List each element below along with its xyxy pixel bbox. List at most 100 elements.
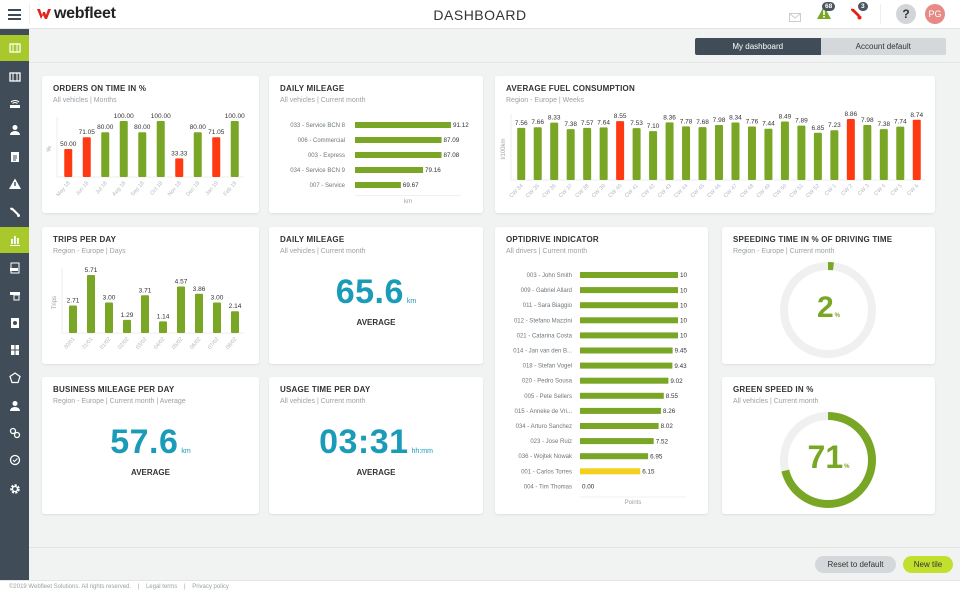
sidebar-item-integrations[interactable] xyxy=(0,420,29,446)
data-label: 3.00 xyxy=(211,295,224,302)
driver-icon xyxy=(9,125,20,135)
user-admin-icon xyxy=(9,401,20,411)
sidebar-item-orders-clipboard[interactable] xyxy=(0,144,29,170)
category-label: 034 - Service BCN 9 xyxy=(290,168,345,174)
data-label: 7.23 xyxy=(828,122,841,129)
tab-my-dashboard[interactable]: My dashboard xyxy=(695,38,821,55)
data-label: 5.71 xyxy=(85,267,98,274)
sidebar-item-polygon-area[interactable] xyxy=(0,365,29,391)
sidebar-item-pdf-report[interactable] xyxy=(0,255,29,281)
kpi-label: AVERAGE xyxy=(356,468,396,477)
bar xyxy=(156,121,165,177)
data-label: 80.00 xyxy=(97,124,114,131)
data-label: 80.00 xyxy=(190,124,207,131)
sidebar-item-devices[interactable] xyxy=(0,282,29,308)
x-tick-label: 02/02 xyxy=(117,336,130,350)
kpi-unit: hh:mm xyxy=(411,448,433,455)
data-label: 8.86 xyxy=(845,111,858,118)
tile-title: DAILY MILEAGE xyxy=(280,235,345,244)
category-label: 014 - Jan van den B... xyxy=(513,349,572,355)
x-tick-label: CW 44 xyxy=(673,183,689,199)
sidebar-item-optidrive[interactable] xyxy=(0,447,29,473)
sidebar-item-map[interactable] xyxy=(0,35,29,61)
polygon-area-icon xyxy=(8,372,21,384)
bar xyxy=(580,438,654,445)
x-tick-label: CW 51 xyxy=(789,183,805,199)
tile-usage-time[interactable]: USAGE TIME PER DAY All vehicles | Curren… xyxy=(269,377,483,514)
kpi-label: AVERAGE xyxy=(131,468,170,477)
sidebar-item-address-book[interactable] xyxy=(0,310,29,336)
tile-optidrive-indicator[interactable]: OPTIDRIVE INDICATOR All drivers | Curren… xyxy=(495,227,708,514)
x-tick-label: 07/02 xyxy=(207,336,220,350)
sidebar-item-map-list[interactable] xyxy=(0,64,29,90)
data-label: 6.85 xyxy=(812,125,825,132)
x-tick-label: 03/02 xyxy=(135,336,148,350)
help-button[interactable]: ? xyxy=(896,4,916,24)
data-label: 8.33 xyxy=(548,115,561,122)
data-label: 3.00 xyxy=(103,295,116,302)
sidebar-item-warning[interactable] xyxy=(0,171,29,197)
category-label: 018 - Stefan Vogel xyxy=(523,364,572,370)
bar xyxy=(355,167,424,173)
data-label: 0.00 xyxy=(582,484,595,491)
bar xyxy=(879,129,888,180)
sidebar-item-settings-gear[interactable] xyxy=(0,476,29,502)
tile-trips-per-day[interactable]: TRIPS PER DAY Region - Europe | Days Tri… xyxy=(42,227,259,364)
devices-icon xyxy=(9,292,20,301)
x-tick-label: CW 39 xyxy=(591,183,607,199)
user-avatar[interactable]: PG xyxy=(925,4,945,24)
sidebar-item-bar-chart[interactable] xyxy=(0,227,29,253)
reset-to-default-button[interactable]: Reset to default xyxy=(815,556,896,573)
legal-terms-link[interactable]: Legal terms xyxy=(146,584,177,590)
address-book-icon xyxy=(10,318,19,328)
category-label: 015 - Anneke de Vri... xyxy=(515,409,573,415)
bar xyxy=(580,347,673,354)
alerts-count-badge: 68 xyxy=(822,2,836,11)
tile-average-fuel-consumption[interactable]: AVERAGE FUEL CONSUMPTION Region - Europe… xyxy=(495,76,935,213)
copyright-text: ©2019 Webfleet Solutions. All rights res… xyxy=(9,584,132,590)
tile-business-mileage[interactable]: BUSINESS MILEAGE PER DAY Region - Europe… xyxy=(42,377,259,514)
data-label: 7.52 xyxy=(656,438,669,445)
data-label: 71.05 xyxy=(208,129,225,136)
data-label: 8.55 xyxy=(614,113,627,120)
tile-green-speed[interactable]: GREEN SPEED IN % All vehicles | Current … xyxy=(722,377,935,514)
trips-chart: Trips 2.71 30/01 5.71 31/01 3.00 01/02 1.29 02/0… xyxy=(52,267,244,351)
tile-speeding-time[interactable]: SPEEDING TIME IN % OF DRIVING TIME Regio… xyxy=(722,227,935,364)
bar xyxy=(101,132,110,177)
tile-daily-mileage-kpi[interactable]: DAILY MILEAGE All vehicles | Current mon… xyxy=(269,227,483,364)
tile-daily-mileage-chart[interactable]: DAILY MILEAGE All vehicles | Current mon… xyxy=(269,76,483,213)
x-tick-label: Jan 19 xyxy=(205,180,220,197)
sidebar-item-vehicle-signal[interactable] xyxy=(0,90,29,116)
data-label: 100.00 xyxy=(151,113,171,120)
data-label: 1.14 xyxy=(157,313,170,320)
sidebar-item-wrench[interactable] xyxy=(0,199,29,225)
category-label: 007 - Service xyxy=(310,183,346,189)
kpi-value: 03:31 hh:mm xyxy=(269,423,483,462)
y-axis-label: % xyxy=(47,146,53,152)
mail-icon[interactable] xyxy=(789,9,801,27)
x-tick-label: Nov 18 xyxy=(167,180,183,197)
sidebar-item-user-admin[interactable] xyxy=(0,393,29,419)
category-label: 009 - Gabriel Allard xyxy=(521,288,572,294)
alerts-warning-icon[interactable]: 68 xyxy=(817,2,836,24)
data-label: 10 xyxy=(680,272,688,279)
sidebar-item-driver[interactable] xyxy=(0,117,29,143)
data-label: 8.02 xyxy=(661,423,674,430)
sidebar-item-building[interactable] xyxy=(0,337,29,363)
privacy-policy-link[interactable]: Privacy policy xyxy=(192,584,229,590)
data-label: 10 xyxy=(680,318,688,325)
tile-orders-on-time[interactable]: ORDERS ON TIME IN % All vehicles | Month… xyxy=(42,76,259,213)
bar xyxy=(355,152,442,158)
new-tile-button[interactable]: New tile xyxy=(903,556,953,573)
x-tick-label: CW 49 xyxy=(756,183,772,199)
bar xyxy=(863,125,872,180)
maintenance-wrench-icon[interactable]: 3 xyxy=(849,2,868,25)
bar xyxy=(813,132,822,180)
x-axis-label: km xyxy=(404,199,412,205)
category-label: 003 - Express xyxy=(308,153,345,159)
gauge-unit: % xyxy=(844,464,850,470)
warning-icon xyxy=(8,178,21,189)
tile-title: BUSINESS MILEAGE PER DAY xyxy=(53,385,175,394)
tab-account-default[interactable]: Account default xyxy=(820,38,946,55)
data-label: 7.53 xyxy=(630,120,643,127)
